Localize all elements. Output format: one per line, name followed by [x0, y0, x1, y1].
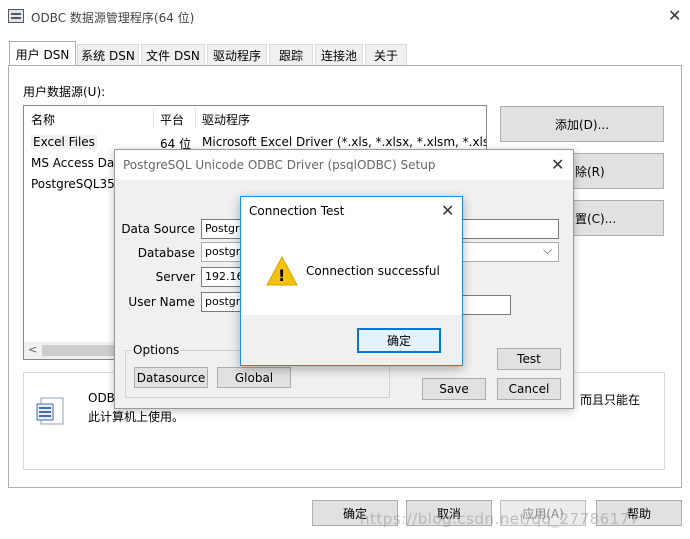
row-name: Excel Files — [31, 135, 97, 149]
tab-tracing[interactable]: 跟踪 — [269, 44, 313, 65]
connection-ok-button[interactable]: 确定 — [357, 328, 441, 353]
info-text-line1-right: ，而且只能在 — [568, 393, 641, 407]
tab-drivers[interactable]: 驱动程序 — [207, 44, 267, 65]
watermark: https://blog.csdn.net/qq_27786177 — [360, 510, 640, 528]
tab-user-dsn[interactable]: 用户 DSN — [9, 41, 76, 66]
column-divider — [195, 108, 196, 128]
close-icon[interactable]: ✕ — [668, 8, 681, 24]
global-button[interactable]: Global — [217, 367, 291, 388]
setup-title-bar: PostgreSQL Unicode ODBC Driver (psqlODBC… — [115, 150, 573, 180]
column-header-driver[interactable]: 驱动程序 — [202, 111, 250, 128]
info-text-line1: ODB — [88, 391, 115, 405]
data-source-icon — [35, 396, 67, 426]
row-name: PostgreSQL35W — [31, 177, 127, 191]
setup-title: PostgreSQL Unicode ODBC Driver (psqlODBC… — [123, 158, 436, 172]
setup-cancel-button[interactable]: Cancel — [497, 378, 561, 400]
tab-file-dsn[interactable]: 文件 DSN — [141, 44, 205, 65]
app-icon — [8, 9, 24, 23]
options-label: Options — [131, 343, 182, 357]
tab-connection-pooling[interactable]: 连接池 — [315, 44, 363, 65]
connection-test-title: Connection Test — [249, 204, 345, 218]
close-icon[interactable]: ✕ — [551, 157, 564, 173]
scroll-left-icon[interactable]: < — [28, 343, 37, 356]
warning-glyph: ! — [278, 266, 286, 285]
close-icon[interactable]: ✕ — [441, 203, 454, 219]
info-text-line2: 此计算机上使用。 — [88, 410, 185, 424]
column-divider — [153, 108, 154, 128]
column-header-platform[interactable]: 平台 — [160, 111, 184, 128]
save-button[interactable]: Save — [422, 378, 486, 400]
test-button[interactable]: Test — [497, 348, 561, 370]
tab-system-dsn[interactable]: 系统 DSN — [77, 44, 139, 65]
row-name: MS Access Dat — [31, 156, 119, 170]
chevron-down-icon[interactable]: ⌵ — [543, 243, 552, 258]
user-name-label: User Name — [128, 295, 195, 309]
title-bar: ODBC 数据源管理程序(64 位) ✕ — [0, 0, 690, 34]
data-source-label: Data Source — [121, 222, 195, 236]
column-header-name[interactable]: 名称 — [31, 111, 55, 128]
warning-icon: ! — [265, 255, 299, 287]
connection-test-dialog: Connection Test ✕ ! Connection successfu… — [240, 196, 463, 366]
list-label: 用户数据源(U): — [23, 85, 106, 99]
database-label: Database — [137, 246, 195, 260]
connection-test-title-bar: Connection Test ✕ — [241, 197, 462, 225]
add-button[interactable]: 添加(D)... — [500, 106, 664, 142]
server-label: Server — [155, 270, 195, 284]
datasource-button[interactable]: Datasource — [134, 367, 208, 388]
row-driver: Microsoft Excel Driver (*.xls, *.xlsx, *… — [202, 135, 487, 149]
window-title: ODBC 数据源管理程序(64 位) — [31, 11, 195, 25]
connection-message: Connection successful — [306, 264, 440, 278]
tab-about[interactable]: 关于 — [365, 44, 407, 65]
